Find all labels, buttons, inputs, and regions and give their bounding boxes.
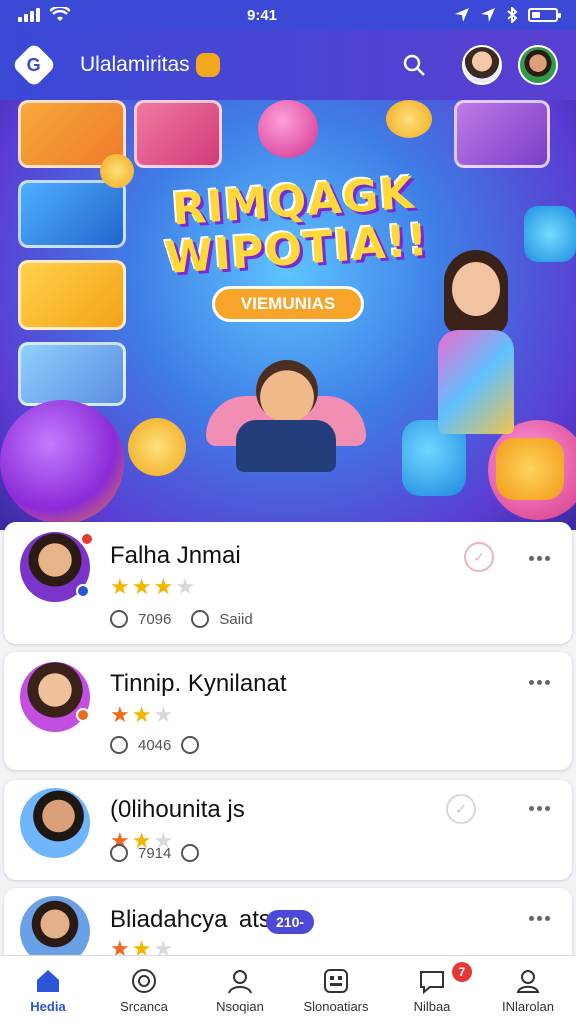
thumbnail-2[interactable] — [134, 100, 222, 168]
stat-count: 7914 — [138, 844, 172, 862]
star-icon: ★ — [131, 702, 152, 727]
bottom-nav: Hedia Srcanca Nsoqian Slonoatiars Nilbaa… — [0, 955, 576, 1024]
home-icon — [37, 969, 59, 992]
creator-name[interactable]: Bliadahcya ats — [110, 906, 271, 934]
status-badge — [76, 708, 90, 722]
nav-label: Nsoqian — [216, 998, 264, 1014]
nav-label: Srcanca — [120, 998, 168, 1014]
search-icon — [403, 54, 425, 76]
more-options-button[interactable] — [524, 798, 554, 818]
thumbnail-6[interactable] — [454, 100, 550, 168]
compass-icon — [132, 968, 156, 993]
signal-icon — [18, 8, 40, 22]
location-icon — [455, 8, 469, 22]
star-icon: ★ — [153, 702, 174, 727]
star-icon: ★ — [110, 574, 130, 599]
arrow-bubble-icon-2 — [524, 206, 576, 262]
search-button[interactable] — [396, 47, 432, 83]
avatar-girl[interactable] — [462, 45, 502, 85]
thumbnail-3[interactable] — [18, 180, 126, 248]
avatar-boy[interactable] — [518, 45, 558, 85]
status-badge — [80, 532, 94, 546]
action-icon[interactable]: ✓ — [464, 542, 494, 572]
status-bar: 9:41 — [0, 0, 576, 30]
battery-icon — [528, 8, 561, 22]
star-icon: ★ — [153, 574, 174, 599]
count-badge: 210- — [266, 910, 315, 934]
more-options-button[interactable] — [524, 908, 554, 928]
star-icon: ★ — [175, 574, 195, 599]
stat-count: 4046 — [138, 736, 172, 754]
search-icon — [181, 844, 200, 862]
nav-account[interactable]: INlarolan — [480, 956, 576, 1024]
status-time: 9:41 — [246, 6, 278, 24]
grid-icon — [324, 968, 348, 993]
star-icon: ★ — [110, 702, 130, 727]
user-icon — [228, 969, 252, 993]
status-left — [18, 7, 70, 23]
nav-home[interactable]: Hedia — [0, 956, 96, 1024]
app-logo-icon[interactable]: G — [11, 42, 57, 88]
more-options-button[interactable] — [524, 672, 554, 692]
creator-name[interactable]: (0lihounita js — [110, 796, 245, 824]
status-right — [454, 7, 561, 23]
coin-icon — [386, 100, 432, 138]
rating-stars: ★ ★ ★ ★ — [110, 576, 195, 598]
person-icon — [516, 969, 540, 993]
rating-stars: ★ ★ ★ — [110, 704, 173, 726]
bookmark-icon — [110, 844, 128, 862]
app-title: Ulalamiritas — [80, 53, 220, 78]
user-icon — [110, 736, 128, 754]
nav-profile[interactable]: Nsoqian — [192, 956, 288, 1024]
ball-icon — [0, 400, 124, 524]
avatar[interactable] — [20, 788, 90, 858]
hero-title: RIMQAGK WIPOTIA!! — [147, 168, 443, 284]
stat-count: 7096 — [138, 610, 172, 628]
more-options-button[interactable] — [524, 548, 554, 568]
thumbnail-5[interactable] — [18, 342, 126, 406]
creator-name[interactable]: Tinnip. Kynilanat — [110, 670, 287, 698]
star-icon: ★ — [131, 574, 152, 599]
coin-icon-2 — [100, 154, 134, 188]
thumbnail-4[interactable] — [18, 260, 126, 330]
stat-label: Saiid — [219, 610, 253, 628]
nav-explore[interactable]: Srcanca — [96, 956, 192, 1024]
chat-icon — [420, 970, 444, 994]
stats: 7096 Saiid — [110, 610, 253, 628]
nav-messages[interactable]: Nilbaa 7 — [384, 956, 480, 1024]
wifi-icon — [50, 7, 70, 21]
nav-label: Slonoatiars — [303, 998, 369, 1014]
stats: 7914 — [110, 844, 200, 862]
nav-label: Hedia — [30, 998, 66, 1014]
pink-monster-icon — [258, 100, 318, 158]
nav-label: Nilbaa — [413, 998, 451, 1014]
smile-icon — [181, 736, 200, 754]
hero-tag[interactable]: VIEMUNIAS — [212, 286, 364, 322]
creator-card-1[interactable]: Falha Jnmai ★ ★ ★ ★ 7096 Saiid ✓ — [4, 522, 572, 644]
action-icon[interactable]: ✓ — [446, 794, 476, 824]
notification-badge: 7 — [452, 962, 472, 982]
hero-banner[interactable]: RIMQAGK WIPOTIA!! VIEMUNIAS — [0, 100, 576, 530]
nav-label: INlarolan — [501, 998, 555, 1014]
coin-icon-3 — [128, 418, 186, 476]
bluetooth-icon — [507, 7, 518, 23]
hero-girl-image — [420, 250, 530, 440]
creator-card-3[interactable]: (0lihounita js ★ ★ ★ 7914 ✓ — [4, 780, 572, 880]
heart-icon — [110, 610, 128, 628]
verified-badge — [76, 584, 90, 598]
clock-icon — [191, 610, 210, 628]
creator-card-2[interactable]: Tinnip. Kynilanat ★ ★ ★ 4046 — [4, 652, 572, 770]
check-bubble-icon — [496, 438, 564, 500]
app-bar: G Ulalamiritas — [0, 30, 576, 100]
nav-stories[interactable]: Slonoatiars — [288, 956, 384, 1024]
stats: 4046 — [110, 736, 200, 754]
location-icon-2 — [481, 8, 495, 22]
creator-name[interactable]: Falha Jnmai — [110, 542, 241, 570]
hero-boy-image — [206, 360, 366, 480]
title-emoji-icon — [195, 53, 220, 78]
